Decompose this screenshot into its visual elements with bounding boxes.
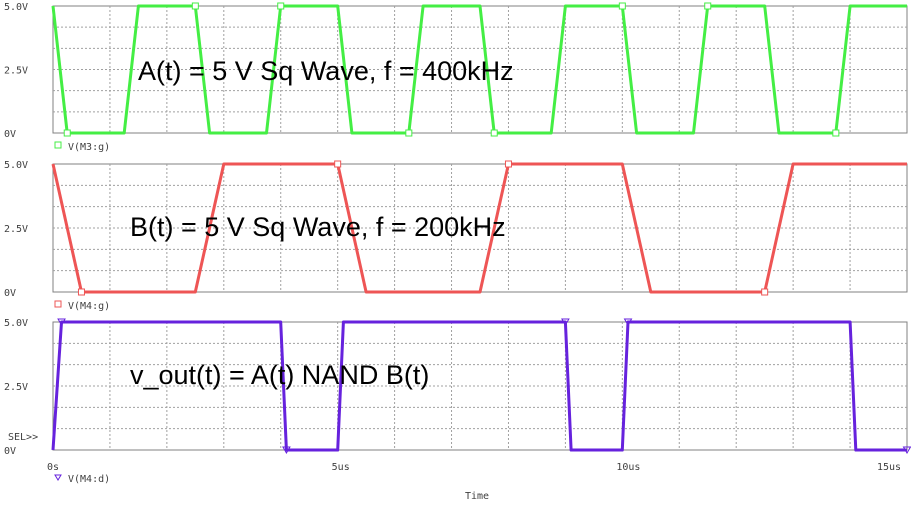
annotation-text: A(t) = 5 V Sq Wave, f = 400kHz	[138, 56, 514, 86]
selection-indicator[interactable]: SEL>>	[8, 432, 38, 443]
annotation-text: B(t) = 5 V Sq Wave, f = 200kHz	[130, 212, 506, 242]
legend-label: V(M3:g)	[68, 142, 110, 153]
y-tick-label: 5.0V	[4, 2, 28, 13]
y-tick-label: 2.5V	[4, 66, 28, 77]
y-tick-label: 2.5V	[4, 224, 28, 235]
data-point-marker	[191, 2, 199, 10]
data-point-marker	[334, 160, 342, 168]
annotation-text: v_out(t) = A(t) NAND B(t)	[130, 360, 429, 390]
x-tick-label: 5us	[332, 462, 350, 473]
legend-label: V(M4:d)	[68, 474, 110, 485]
x-tick-label: 10us	[616, 462, 640, 473]
legend-marker	[54, 141, 62, 149]
legend-label: V(M4:g)	[68, 301, 110, 312]
y-tick-label: 5.0V	[4, 160, 28, 171]
data-point-marker	[504, 160, 512, 168]
data-point-marker	[704, 2, 712, 10]
x-tick-label: 15us	[877, 462, 901, 473]
legend-marker	[54, 300, 62, 308]
y-tick-label: 0V	[4, 288, 16, 299]
data-point-marker	[277, 2, 285, 10]
data-point-marker	[405, 129, 413, 137]
data-point-marker	[490, 129, 498, 137]
x-tick-label: 0s	[47, 462, 59, 473]
x-axis-label: Time	[465, 491, 489, 502]
data-point-marker	[63, 129, 71, 137]
y-tick-label: 5.0V	[4, 318, 28, 329]
data-point-marker	[77, 288, 85, 296]
waveform-plot: 5.0V 2.5V 0V V(M3:g) A(t) = 5 V Sq Wave, f =…	[4, 2, 911, 502]
y-tick-label: 0V	[4, 446, 16, 457]
data-point-marker	[761, 288, 769, 296]
data-point-marker	[832, 129, 840, 137]
y-tick-label: 0V	[4, 129, 16, 140]
legend-marker	[54, 474, 62, 481]
y-tick-label: 2.5V	[4, 382, 28, 393]
data-point-marker	[618, 2, 626, 10]
